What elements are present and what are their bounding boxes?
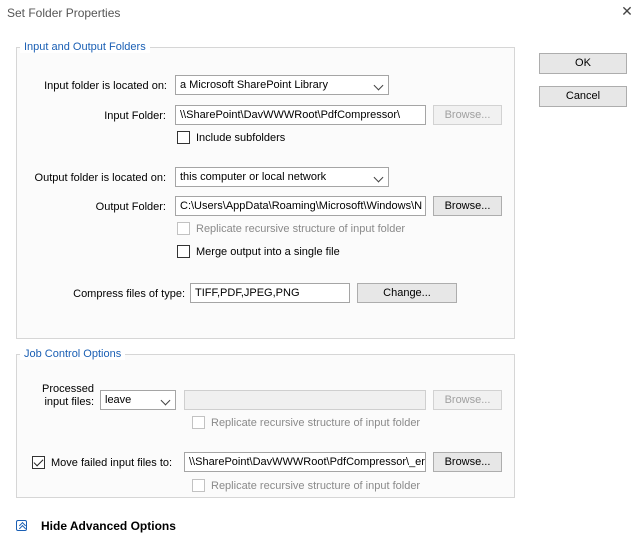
collapse-chevrons-icon[interactable] bbox=[16, 520, 27, 531]
replicate-structure-label: Replicate recursive structure of input f… bbox=[196, 223, 406, 235]
processed-browse-button[interactable]: Browse... bbox=[433, 390, 502, 410]
input-location-value: a Microsoft SharePoint Library bbox=[180, 79, 328, 91]
merge-output-checkbox[interactable] bbox=[177, 245, 190, 258]
dialog-title: Set Folder Properties bbox=[7, 6, 121, 20]
processed-folder-field[interactable] bbox=[184, 390, 426, 410]
change-types-button[interactable]: Change... bbox=[357, 283, 457, 303]
move-failed-label: Move failed input files to: bbox=[51, 457, 173, 469]
chevron-down-icon bbox=[160, 395, 171, 406]
processed-action-select[interactable]: leave bbox=[100, 390, 176, 410]
io-group-legend: Input and Output Folders bbox=[20, 41, 150, 53]
cancel-button[interactable]: Cancel bbox=[539, 86, 627, 107]
output-location-select[interactable]: this computer or local network bbox=[175, 167, 389, 187]
ok-button[interactable]: OK bbox=[539, 53, 627, 74]
output-folder-field[interactable]: C:\Users\AppData\Roaming\Microsoft\Windo… bbox=[175, 196, 426, 216]
output-folder-label: Output Folder: bbox=[95, 201, 166, 213]
input-location-label: Input folder is located on: bbox=[44, 80, 167, 92]
move-failed-folder-field[interactable]: \\SharePoint\DavWWWRoot\PdfCompressor\_e… bbox=[184, 452, 426, 472]
compress-types-field[interactable]: TIFF,PDF,JPEG,PNG bbox=[190, 283, 350, 303]
replicate-structure-checkbox[interactable] bbox=[177, 222, 190, 235]
processed-label-line2: input files: bbox=[44, 396, 94, 408]
processed-action-value: leave bbox=[105, 394, 132, 406]
failed-replicate-checkbox[interactable] bbox=[192, 479, 205, 492]
output-location-label: Output folder is located on: bbox=[34, 172, 166, 184]
output-location-value: this computer or local network bbox=[180, 171, 327, 183]
close-icon[interactable]: ✕ bbox=[620, 4, 634, 18]
input-folder-label: Input Folder: bbox=[104, 110, 166, 122]
merge-output-label: Merge output into a single file bbox=[196, 246, 340, 258]
include-subfolders-checkbox[interactable] bbox=[177, 131, 190, 144]
compress-types-label: Compress files of type: bbox=[73, 288, 185, 300]
include-subfolders-label: Include subfolders bbox=[196, 132, 286, 144]
input-location-select[interactable]: a Microsoft SharePoint Library bbox=[175, 75, 389, 95]
processed-label-line1: Processed bbox=[42, 383, 94, 395]
move-failed-checkbox[interactable] bbox=[32, 456, 45, 469]
processed-replicate-label: Replicate recursive structure of input f… bbox=[211, 417, 421, 429]
failed-replicate-label: Replicate recursive structure of input f… bbox=[211, 480, 421, 492]
input-browse-button[interactable]: Browse... bbox=[433, 105, 502, 125]
input-folder-field[interactable]: \\SharePoint\DavWWWRoot\PdfCompressor\ bbox=[175, 105, 426, 125]
chevron-down-icon bbox=[373, 80, 384, 91]
processed-replicate-checkbox[interactable] bbox=[192, 416, 205, 429]
chevron-down-icon bbox=[373, 172, 384, 183]
hide-advanced-options-link[interactable]: Hide Advanced Options bbox=[41, 519, 176, 533]
move-failed-browse-button[interactable]: Browse... bbox=[433, 452, 502, 472]
output-browse-button[interactable]: Browse... bbox=[433, 196, 502, 216]
job-group-legend: Job Control Options bbox=[20, 348, 126, 360]
